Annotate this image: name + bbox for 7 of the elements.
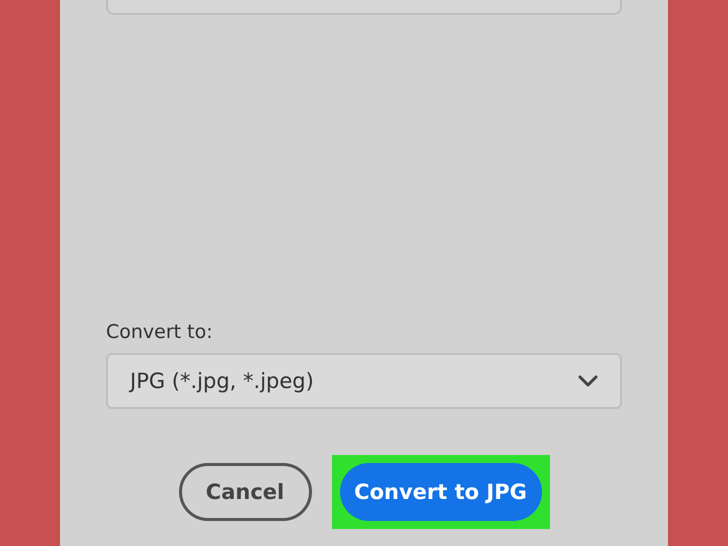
- dropdown-value: JPG (*.jpg, *.jpeg): [130, 369, 314, 393]
- convert-button[interactable]: Convert to JPG: [340, 463, 542, 521]
- convert-to-label: Convert to:: [106, 321, 214, 343]
- cancel-button[interactable]: Cancel: [178, 463, 312, 521]
- input-field[interactable]: [106, 0, 622, 15]
- chevron-down-icon: [578, 375, 598, 387]
- format-dropdown[interactable]: JPG (*.jpg, *.jpeg): [106, 353, 622, 409]
